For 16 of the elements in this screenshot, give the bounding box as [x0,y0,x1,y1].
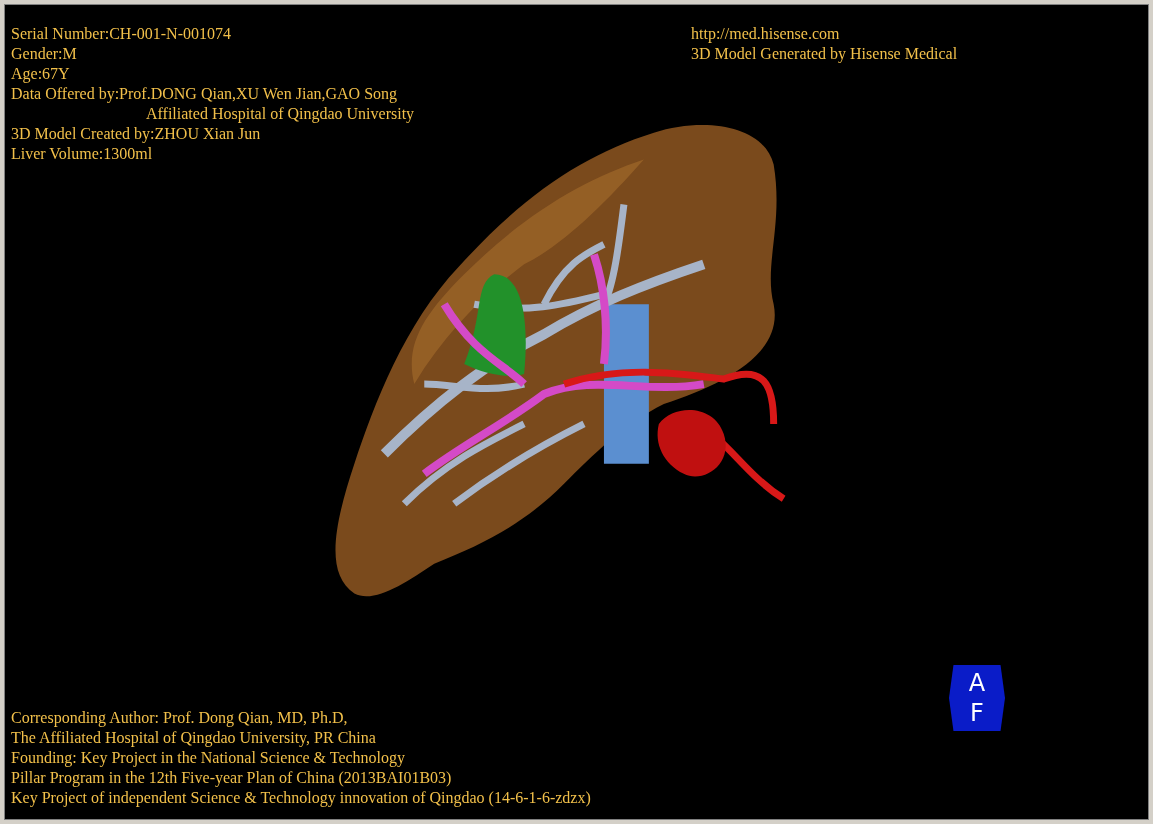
info-text: Founding: Key Project in the National Science & Technology [11,748,407,768]
info-text: Age:67Y [11,64,71,84]
orientation-label: A [968,668,986,698]
info-text: 3D Model Created by:ZHOU Xian Jun [11,124,262,144]
info-text: Liver Volume:1300ml [11,144,154,164]
info-text: Affiliated Hospital of Qingdao University [145,104,415,124]
info-text: Key Project of independent Science & Technology innovation of Qingdao (14-6-1-6-zdzx) [11,788,591,808]
info-text: Serial Number:CH-001-N-001074 [11,24,232,44]
info-text: Pillar Program in the 12th Five-year Plan of China (2013BAI01B03) [11,768,453,788]
info-text: Corresponding Author: Prof. Dong Qian, MD, Ph.D, [11,708,349,728]
orientation-label: F [970,698,984,728]
info-text: Gender:M [11,44,78,64]
info-text: 3D Model Generated by Hisense Medical [691,44,958,64]
info-text: http://med.hisense.com [691,24,841,44]
info-text: The Affiliated Hospital of Qingdao University, PR China [11,728,377,748]
info-text: Data Offered by:Prof.DONG Qian,XU Wen Jian,GAO Song [11,84,399,104]
